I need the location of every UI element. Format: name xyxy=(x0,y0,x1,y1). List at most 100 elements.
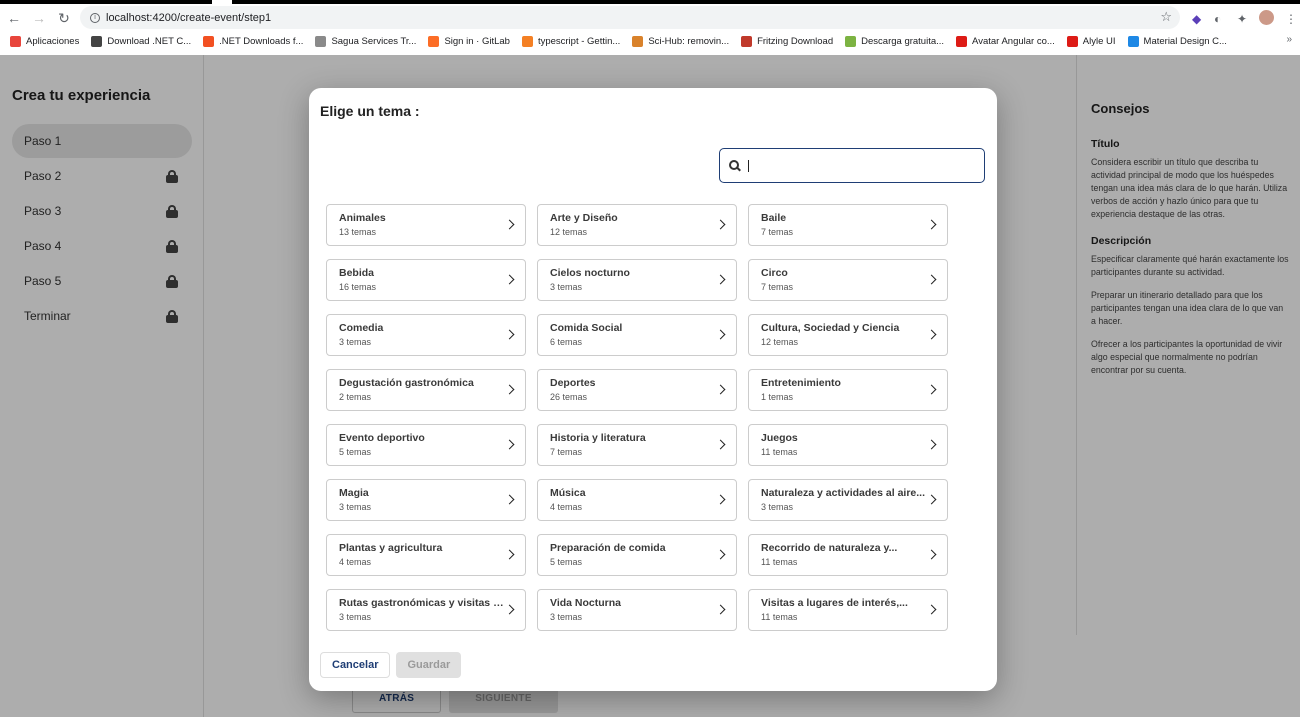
bookmark-label: typescript - Gettin... xyxy=(537,35,621,47)
bookmark-item[interactable]: .NET Downloads f... xyxy=(203,35,303,47)
bookmark-item[interactable]: Sign in · GitLab xyxy=(428,35,510,47)
topic-card[interactable]: Visitas a lugares de interés,... 11 temas xyxy=(748,589,948,631)
topic-count: 7 temas xyxy=(550,447,583,457)
topic-count: 3 temas xyxy=(339,612,372,622)
cancel-button[interactable]: Cancelar xyxy=(320,652,391,678)
search-input[interactable] xyxy=(749,158,969,173)
topic-count: 4 temas xyxy=(550,502,583,512)
info-icon[interactable]: i xyxy=(90,12,100,23)
bookmark-item[interactable]: typescript - Gettin... xyxy=(521,35,621,47)
topic-count: 2 temas xyxy=(339,392,372,402)
bookmark-label: Download .NET C... xyxy=(107,35,192,47)
topic-card[interactable]: Juegos 11 temas xyxy=(748,424,948,466)
topic-card[interactable]: Naturaleza y actividades al aire... 3 tem… xyxy=(748,479,948,521)
topic-card[interactable]: Baile 7 temas xyxy=(748,204,948,246)
search-field[interactable] xyxy=(719,148,985,183)
topic-card[interactable]: Degustación gastronómica 2 temas xyxy=(326,369,526,411)
topic-count: 12 temas xyxy=(761,337,799,347)
more-bookmarks-icon[interactable]: » xyxy=(1286,34,1292,45)
topic-card[interactable]: Bebida 16 temas xyxy=(326,259,526,301)
star-icon[interactable]: ☆ xyxy=(1160,9,1172,25)
topic-card[interactable]: Recorrido de naturaleza y... 11 temas xyxy=(748,534,948,576)
topic-name: Música xyxy=(550,487,586,499)
topic-grid: Animales 13 temas Arte y Diseño 12 temas Bai… xyxy=(326,204,948,631)
apps-grid-icon xyxy=(10,35,21,47)
topic-count: 3 temas xyxy=(761,502,794,512)
topic-name: Evento deportivo xyxy=(339,432,425,444)
bookmark-item[interactable]: Avatar Angular co... xyxy=(956,35,1055,47)
topic-card[interactable]: Entretenimiento 1 temas xyxy=(748,369,948,411)
topic-name: Plantas y agricultura xyxy=(339,542,443,554)
topic-card[interactable]: Rutas gastronómicas y visitas a... 3 tema… xyxy=(326,589,526,631)
topic-card[interactable]: Deportes 26 temas xyxy=(537,369,737,411)
bookmark-item[interactable]: Fritzing Download xyxy=(741,35,833,47)
favicon-icon xyxy=(521,35,533,47)
topic-card[interactable]: Magia 3 temas xyxy=(326,479,526,521)
topic-card[interactable]: Cielos nocturno 3 temas xyxy=(537,259,737,301)
topic-card[interactable]: Comedia 3 temas xyxy=(326,314,526,356)
bookmark-item[interactable]: Material Design C... xyxy=(1127,35,1227,47)
avatar[interactable] xyxy=(1259,10,1274,25)
chevron-right-icon xyxy=(715,329,726,340)
forward-arrow-icon[interactable]: → xyxy=(28,7,50,29)
extension-icon[interactable]: ◐ xyxy=(1214,12,1221,26)
bookmark-item[interactable]: Aplicaciones xyxy=(10,35,79,47)
topic-card[interactable]: Preparación de comida 5 temas xyxy=(537,534,737,576)
favicon-icon xyxy=(845,35,857,47)
bookmark-item[interactable]: Sagua Services Tr... xyxy=(315,35,417,47)
omnibox[interactable]: i localhost:4200/create-event/step1 ☆ xyxy=(80,6,1180,29)
back-arrow-icon[interactable]: ← xyxy=(3,7,25,29)
topic-card[interactable]: Circo 7 temas xyxy=(748,259,948,301)
bookmark-label: Sagua Services Tr... xyxy=(331,35,417,47)
topic-count: 5 temas xyxy=(339,447,372,457)
topic-card[interactable]: Comida Social 6 temas xyxy=(537,314,737,356)
topic-count: 5 temas xyxy=(550,557,583,567)
save-button[interactable]: Guardar xyxy=(396,652,462,678)
chevron-right-icon xyxy=(715,274,726,285)
topic-count: 3 temas xyxy=(339,502,372,512)
extension-icon[interactable]: ◆ xyxy=(1192,12,1201,26)
topic-card[interactable]: Música 4 temas xyxy=(537,479,737,521)
chevron-right-icon xyxy=(926,439,937,450)
menu-icon[interactable]: ⋮ xyxy=(1285,12,1297,26)
bookmark-item[interactable]: Descarga gratuita... xyxy=(845,35,944,47)
chevron-right-icon xyxy=(504,494,515,505)
bookmark-item[interactable]: Download .NET C... xyxy=(91,35,192,47)
bookmark-label: Sign in · GitLab xyxy=(444,35,510,47)
topic-count: 13 temas xyxy=(339,227,377,237)
favicon-icon xyxy=(956,35,968,47)
topic-card[interactable]: Plantas y agricultura 4 temas xyxy=(326,534,526,576)
topic-card[interactable]: Animales 13 temas xyxy=(326,204,526,246)
topic-card[interactable]: Evento deportivo 5 temas xyxy=(326,424,526,466)
puzzle-icon[interactable]: ✦ xyxy=(1237,12,1247,26)
topic-card[interactable]: Historia y literatura 7 temas xyxy=(537,424,737,466)
topic-count: 4 temas xyxy=(339,557,372,567)
bookmark-item[interactable]: Alyle UI xyxy=(1066,35,1116,47)
chevron-right-icon xyxy=(926,219,937,230)
topic-card[interactable]: Arte y Diseño 12 temas xyxy=(537,204,737,246)
favicon-icon xyxy=(1066,35,1078,47)
topic-name: Baile xyxy=(761,212,787,224)
chevron-right-icon xyxy=(504,274,515,285)
chevron-right-icon xyxy=(715,494,726,505)
topic-count: 11 temas xyxy=(761,557,798,567)
topic-name: Recorrido de naturaleza y... xyxy=(761,542,898,554)
topic-count: 7 temas xyxy=(761,282,794,292)
topic-card[interactable]: Cultura, Sociedad y Ciencia 12 temas xyxy=(748,314,948,356)
topic-count: 11 temas xyxy=(761,612,798,622)
chevron-right-icon xyxy=(504,604,515,615)
topic-name: Cultura, Sociedad y Ciencia xyxy=(761,322,900,334)
chevron-right-icon xyxy=(504,219,515,230)
topic-count: 16 temas xyxy=(339,282,377,292)
topic-card[interactable]: Vida Nocturna 3 temas xyxy=(537,589,737,631)
bookmark-label: Alyle UI xyxy=(1082,35,1116,47)
topic-count: 12 temas xyxy=(550,227,588,237)
chevron-right-icon xyxy=(926,549,937,560)
favicon-icon xyxy=(315,35,327,47)
chevron-right-icon xyxy=(715,219,726,230)
bookmark-item[interactable]: Sci-Hub: removin... xyxy=(632,35,729,47)
chevron-right-icon xyxy=(504,384,515,395)
reload-icon[interactable]: ↻ xyxy=(53,7,75,29)
chevron-right-icon xyxy=(504,329,515,340)
chevron-right-icon xyxy=(504,549,515,560)
